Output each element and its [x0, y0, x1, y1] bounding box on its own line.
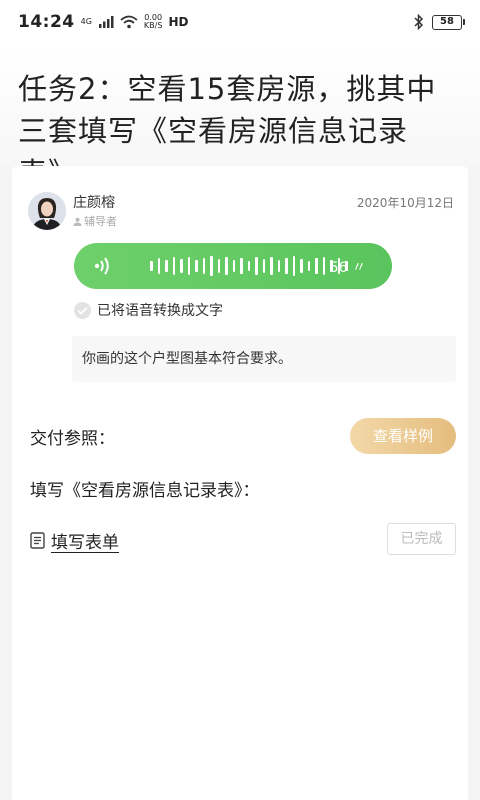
voice-waveform	[150, 256, 348, 276]
view-sample-button[interactable]: 查看样例	[350, 418, 456, 454]
status-bar: 14:24 4G 0.00 KB/S HD 58	[0, 0, 480, 44]
deliverable-label: 交付参照：	[30, 429, 115, 449]
status-right: 58	[414, 14, 465, 30]
tutor-role: 辅导者	[73, 213, 117, 229]
form-label: 填写《空看房源信息记录表》：	[30, 481, 260, 501]
tutor-role-label: 辅导者	[84, 215, 117, 228]
avatar-icon	[28, 192, 66, 230]
fill-form-link[interactable]: 填写表单	[30, 528, 119, 553]
speed-indicator: 0.00 KB/S	[144, 14, 163, 30]
tutor-date: 2020年10月12日	[356, 196, 454, 210]
network-type: 4G	[80, 17, 92, 26]
voice-duration: 56 〃	[329, 260, 366, 276]
signal-icon	[98, 16, 114, 28]
battery-icon: 58	[432, 14, 465, 30]
status-time: 14:24	[18, 12, 75, 32]
network-indicator: 4G	[81, 18, 92, 26]
speed-unit: KB/S	[143, 21, 163, 30]
bluetooth-icon	[414, 14, 424, 30]
task-header: 任务2：空看15套房源，挑其中三套填写《空看房源信息记录表》。	[0, 44, 480, 190]
user-icon	[73, 217, 82, 226]
fill-form-link-text[interactable]: 填写表单	[51, 528, 119, 553]
tutor-name: 庄颜榕	[73, 195, 115, 211]
voice-play-icon[interactable]	[94, 256, 112, 276]
completed-button[interactable]: 已完成	[387, 523, 456, 555]
tutor-row: 庄颜榕 辅导者 2020年10月12日	[28, 192, 454, 232]
form-icon	[30, 532, 45, 549]
voice-message[interactable]: 56 〃	[74, 243, 392, 289]
check-icon	[74, 301, 91, 319]
status-left: 14:24 4G 0.00 KB/S HD	[18, 12, 188, 32]
converted-indicator: 已将语音转换成文字	[74, 300, 223, 320]
task-card: 庄颜榕 辅导者 2020年10月12日 56 〃 已将语音转换成文字 你画的这个…	[12, 166, 468, 800]
converted-label: 已将语音转换成文字	[97, 303, 223, 319]
hd-badge: HD	[168, 15, 189, 29]
wifi-icon	[120, 15, 138, 29]
avatar	[28, 192, 66, 230]
voice-transcript: 你画的这个户型图基本符合要求。	[72, 336, 456, 382]
